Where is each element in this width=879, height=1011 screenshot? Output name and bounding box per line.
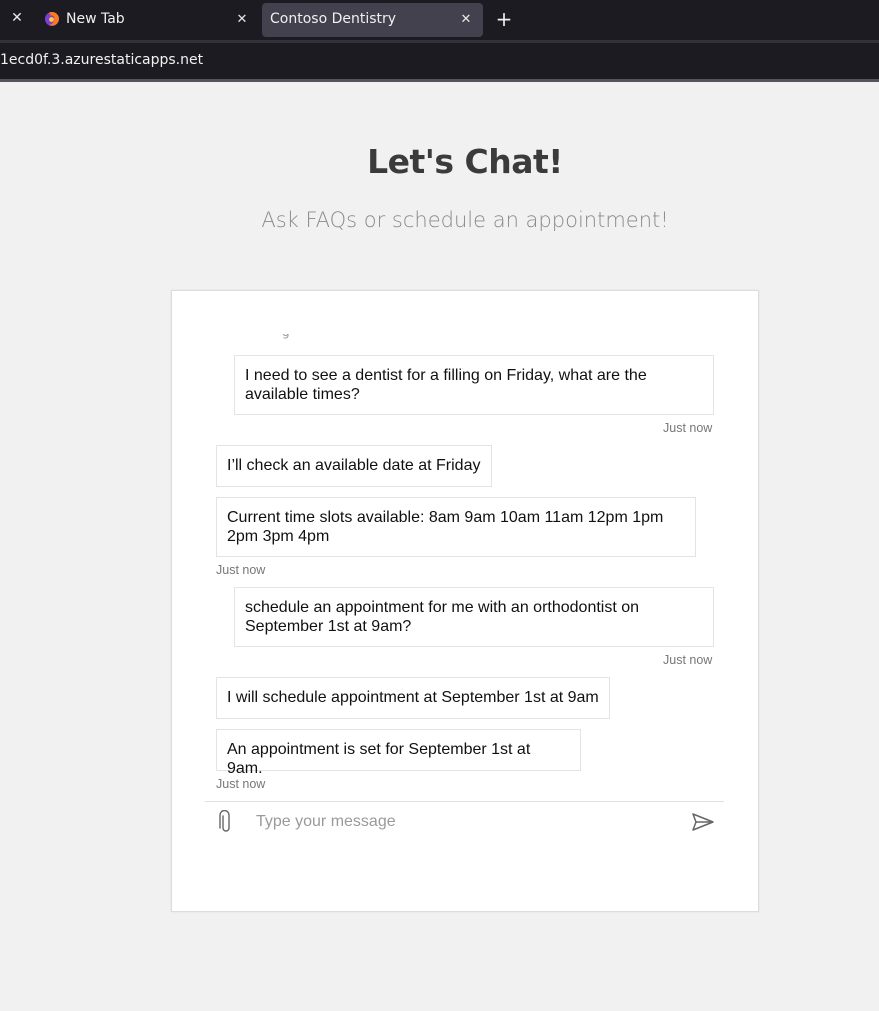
page-subtitle: Ask FAQs or schedule an appointment! — [261, 208, 669, 232]
browser-chrome: ✕ New Tab ✕ Contoso Dentistry ✕ + 1ecd0f… — [0, 0, 879, 82]
bot-message: I’ll check an available date at Friday — [216, 445, 492, 487]
user-message: schedule an appointment for me with an o… — [234, 587, 714, 647]
message-timestamp: Just now — [663, 653, 713, 667]
bot-message: An appointment is set for September 1st … — [216, 729, 581, 777]
bot-message: Current time slots available: 8am 9am 10… — [216, 497, 696, 557]
send-icon[interactable] — [691, 811, 715, 833]
firefox-icon — [45, 12, 59, 26]
input-divider — [205, 801, 724, 802]
tab-contoso-dentistry[interactable]: Contoso Dentistry ✕ — [262, 3, 483, 37]
page-content: Let's Chat! Ask FAQs or schedule an appo… — [0, 82, 879, 1011]
url-text[interactable]: 1ecd0f.3.azurestaticapps.net — [0, 52, 203, 68]
close-icon[interactable]: ✕ — [8, 9, 26, 27]
message-input[interactable] — [250, 809, 682, 835]
tab-title: Contoso Dentistry — [270, 11, 397, 27]
paperclip-icon[interactable] — [216, 810, 236, 834]
tab-new-tab[interactable]: New Tab ✕ — [38, 3, 258, 37]
tab-title: New Tab — [66, 11, 125, 27]
message-timestamp: Just now — [216, 777, 266, 791]
close-tab-icon[interactable]: ✕ — [233, 11, 251, 29]
clipped-text: g — [282, 334, 292, 340]
new-tab-icon[interactable]: + — [494, 8, 514, 30]
chat-window: g I need to see a dentist for a filling … — [171, 290, 759, 912]
tab-strip: ✕ New Tab ✕ Contoso Dentistry ✕ + — [0, 0, 879, 40]
address-bar[interactable]: 1ecd0f.3.azurestaticapps.net — [0, 43, 879, 79]
close-tab-icon[interactable]: ✕ — [457, 11, 475, 29]
message-timestamp: Just now — [216, 563, 266, 577]
user-message: I need to see a dentist for a filling on… — [234, 355, 714, 415]
bot-message: I will schedule appointment at September… — [216, 677, 610, 719]
page-title: Let's Chat! — [367, 142, 563, 181]
message-timestamp: Just now — [663, 421, 713, 435]
